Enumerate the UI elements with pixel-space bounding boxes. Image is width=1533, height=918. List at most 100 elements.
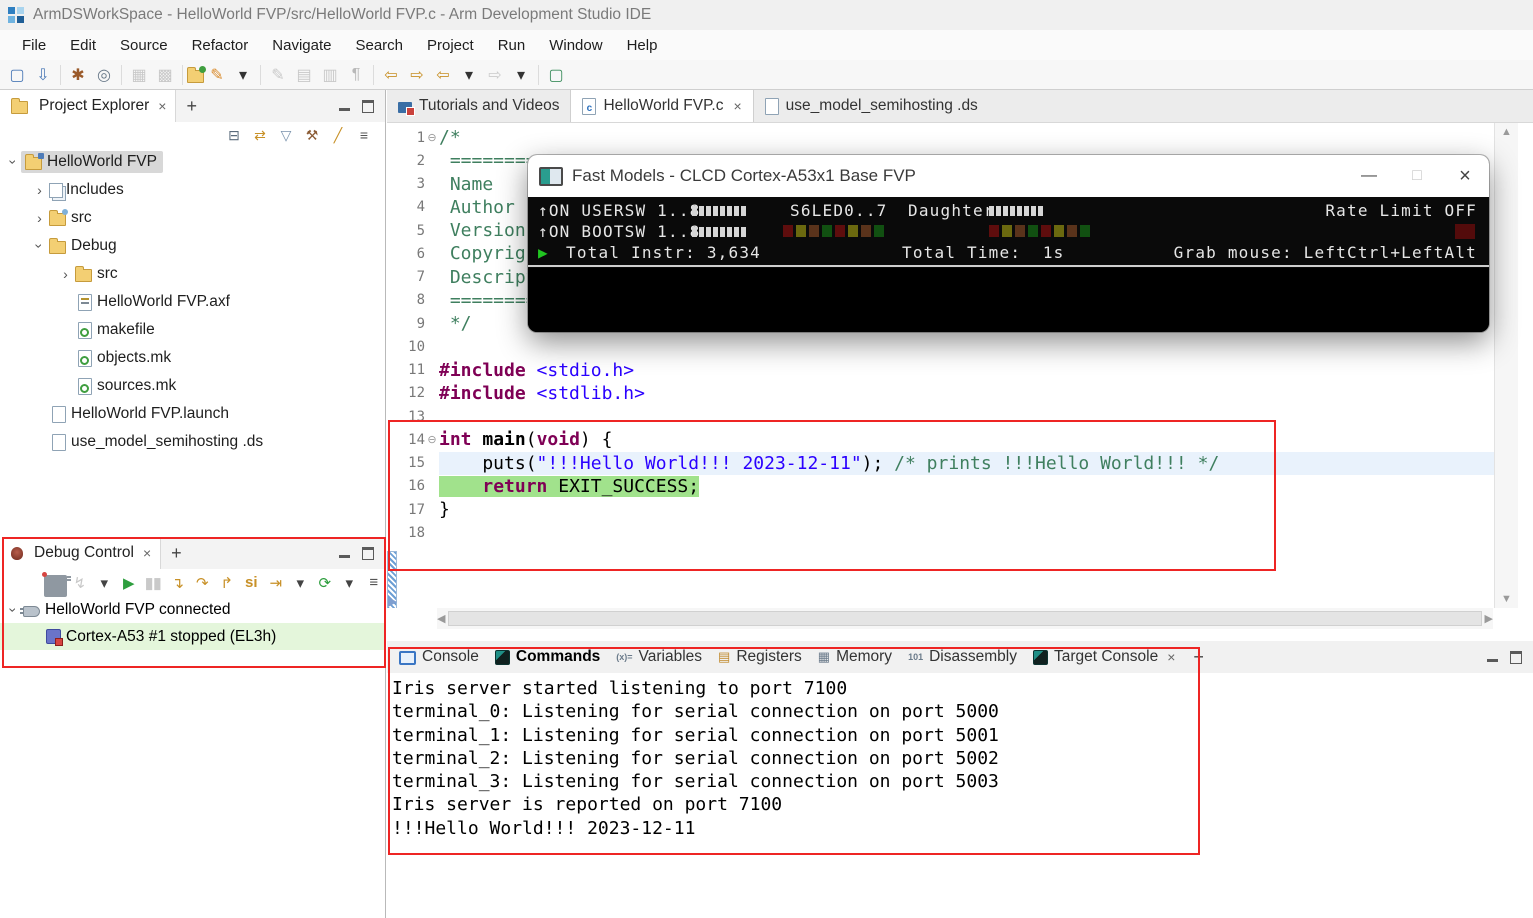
forward-history-icon[interactable]: ⇨ bbox=[482, 63, 508, 87]
new-view-tab-button[interactable]: + bbox=[161, 543, 192, 564]
close-icon[interactable]: × bbox=[733, 98, 741, 114]
dropdown-icon[interactable]: ▾ bbox=[456, 63, 482, 87]
editor-tab-tutorials-and-videos[interactable]: Tutorials and Videos bbox=[387, 90, 570, 122]
step-return-icon[interactable]: ↱ bbox=[216, 572, 239, 594]
menu-project[interactable]: Project bbox=[415, 32, 486, 59]
tree-item-src[interactable]: › src bbox=[0, 260, 385, 288]
close-icon[interactable]: × bbox=[158, 98, 166, 114]
menu-navigate[interactable]: Navigate bbox=[260, 32, 343, 59]
expander-icon[interactable]: › bbox=[58, 266, 73, 282]
console-output[interactable]: Iris server started listening to port 71… bbox=[387, 673, 1533, 840]
dropdown-icon[interactable]: ▾ bbox=[230, 63, 256, 87]
fvp-maximize-button[interactable]: □ bbox=[1393, 155, 1441, 197]
console-tab-commands[interactable]: Commands bbox=[487, 648, 608, 666]
save-all-icon[interactable]: ▩ bbox=[152, 63, 178, 87]
menu-search[interactable]: Search bbox=[343, 32, 415, 59]
editor-tab-helloworld-fvp-c[interactable]: c HelloWorld FVP.c × bbox=[570, 90, 754, 122]
scroll-right-icon[interactable]: ▶ bbox=[1485, 612, 1493, 625]
show-whitespace-icon[interactable]: ¶ bbox=[343, 63, 369, 87]
refresh-icon[interactable]: ⟳ bbox=[314, 572, 337, 594]
menu-edit[interactable]: Edit bbox=[58, 32, 108, 59]
expander-icon[interactable]: › bbox=[32, 239, 48, 254]
dropdown-icon[interactable]: ▾ bbox=[508, 63, 534, 87]
scroll-up-icon[interactable]: ▲ bbox=[1501, 126, 1512, 138]
maximize-view-button[interactable] bbox=[359, 98, 377, 114]
minimize-view-button[interactable] bbox=[335, 98, 353, 114]
console-tab-disassembly[interactable]: 101 Disassembly bbox=[900, 648, 1025, 666]
view-menu-icon[interactable]: ≡ bbox=[363, 572, 386, 594]
menu-window[interactable]: Window bbox=[537, 32, 614, 59]
format-icon[interactable]: ✎ bbox=[265, 63, 291, 87]
dropdown-icon[interactable]: ▾ bbox=[338, 572, 361, 594]
debug-item-helloworld-fvp-connected[interactable]: › HelloWorld FVP connected bbox=[0, 596, 385, 623]
pause-icon[interactable]: ▮▮ bbox=[142, 572, 165, 594]
close-icon[interactable]: × bbox=[143, 545, 151, 561]
tab-debug-control[interactable]: Debug Control × bbox=[0, 537, 162, 569]
dropdown-icon[interactable]: ▾ bbox=[289, 572, 312, 594]
fvp-titlebar[interactable]: Fast Models - CLCD Cortex-A53x1 Base FVP… bbox=[528, 155, 1489, 197]
tree-item-helloworld-fvp-launch[interactable]: HelloWorld FVP.launch bbox=[0, 400, 385, 428]
menu-file[interactable]: File bbox=[10, 32, 58, 59]
console-tab-target-console[interactable]: Target Console × bbox=[1025, 648, 1183, 666]
interrupt-icon[interactable]: ↯ bbox=[69, 572, 92, 594]
fvp-minimize-button[interactable]: — bbox=[1345, 155, 1393, 197]
menu-help[interactable]: Help bbox=[615, 32, 670, 59]
back-icon[interactable]: ⇦ bbox=[378, 63, 404, 87]
close-icon[interactable]: × bbox=[1167, 649, 1175, 665]
save-icon[interactable]: ▦ bbox=[126, 63, 152, 87]
import-icon[interactable]: ⇩ bbox=[30, 63, 56, 87]
tree-item-makefile[interactable]: makefile bbox=[0, 316, 385, 344]
minimize-view-button[interactable] bbox=[335, 545, 353, 561]
tree-item-src[interactable]: › src bbox=[0, 204, 385, 232]
new-view-tab-button[interactable]: + bbox=[1183, 647, 1214, 668]
dropdown-icon[interactable]: ▾ bbox=[93, 572, 116, 594]
run-to-line-icon[interactable]: ⇥ bbox=[265, 572, 288, 594]
editor-tab-use-model-semihosting-ds[interactable]: use_model_semihosting .ds bbox=[754, 90, 989, 122]
tree-item-helloworld-fvp-axf[interactable]: HelloWorld FVP.axf bbox=[0, 288, 385, 316]
link-with-editor-icon[interactable]: ⇄ bbox=[249, 125, 271, 145]
tree-item-objects-mk[interactable]: objects.mk bbox=[0, 344, 385, 372]
expander-icon[interactable]: › bbox=[6, 155, 22, 170]
tree-item-sources-mk[interactable]: sources.mk bbox=[0, 372, 385, 400]
connect-target-icon[interactable]: ◎ bbox=[91, 63, 117, 87]
editor-horizontal-scrollbar[interactable]: ◀ ▶ bbox=[437, 608, 1493, 629]
forward-into-icon[interactable]: ⇨ bbox=[404, 63, 430, 87]
tab-project-explorer[interactable]: Project Explorer × bbox=[0, 90, 177, 122]
maximize-view-button[interactable] bbox=[359, 545, 377, 561]
maximize-view-button[interactable] bbox=[1507, 649, 1525, 665]
fold-marker-icon[interactable]: ⊖ bbox=[425, 433, 439, 446]
pin-editor-icon[interactable]: ▢ bbox=[543, 63, 569, 87]
open-element-icon[interactable]: ▥ bbox=[317, 63, 343, 87]
console-tab-registers[interactable]: ▤ Registers bbox=[710, 648, 810, 666]
menu-source[interactable]: Source bbox=[108, 32, 180, 59]
tree-item-debug[interactable]: › Debug bbox=[0, 232, 385, 260]
back-history-icon[interactable]: ⇦ bbox=[430, 63, 456, 87]
build-icon[interactable]: ⚒ bbox=[301, 125, 323, 145]
view-menu-icon[interactable]: ≡ bbox=[353, 125, 375, 145]
console-tab-variables[interactable]: (x)= Variables bbox=[608, 648, 710, 666]
new-view-tab-button[interactable]: + bbox=[176, 96, 207, 117]
editor-vertical-scrollbar[interactable]: ▲ ▼ bbox=[1494, 123, 1518, 608]
expander-icon[interactable]: › bbox=[32, 182, 47, 198]
scroll-left-icon[interactable]: ◀ bbox=[437, 612, 445, 625]
clean-icon[interactable]: ╱ bbox=[327, 125, 349, 145]
console-tab-console[interactable]: Console bbox=[391, 648, 487, 666]
tree-item-helloworld-fvp[interactable]: › HelloWorld FVP bbox=[0, 148, 385, 176]
step-instruction-icon[interactable]: si bbox=[240, 572, 263, 594]
disconnect-icon[interactable] bbox=[42, 571, 70, 597]
menu-refactor[interactable]: Refactor bbox=[180, 32, 261, 59]
filter-icon[interactable]: ▽ bbox=[275, 125, 297, 145]
minimize-view-button[interactable] bbox=[1483, 649, 1501, 665]
fvp-close-button[interactable]: × bbox=[1441, 155, 1489, 197]
new-file-icon[interactable]: ▢ bbox=[4, 63, 30, 87]
console-tab-memory[interactable]: ▦ Memory bbox=[810, 648, 900, 666]
menu-run[interactable]: Run bbox=[486, 32, 538, 59]
build-selected-icon[interactable]: ▤ bbox=[291, 63, 317, 87]
step-over-icon[interactable]: ↷ bbox=[191, 572, 214, 594]
debug-icon[interactable]: ✱ bbox=[65, 63, 91, 87]
scroll-down-icon[interactable]: ▼ bbox=[1501, 593, 1512, 605]
fold-marker-icon[interactable]: ⊖ bbox=[425, 131, 439, 144]
open-launch-config-icon[interactable] bbox=[187, 65, 206, 83]
tree-item-use-model-semihosting-ds[interactable]: use_model_semihosting .ds bbox=[0, 428, 385, 456]
step-into-icon[interactable]: ↴ bbox=[167, 572, 190, 594]
